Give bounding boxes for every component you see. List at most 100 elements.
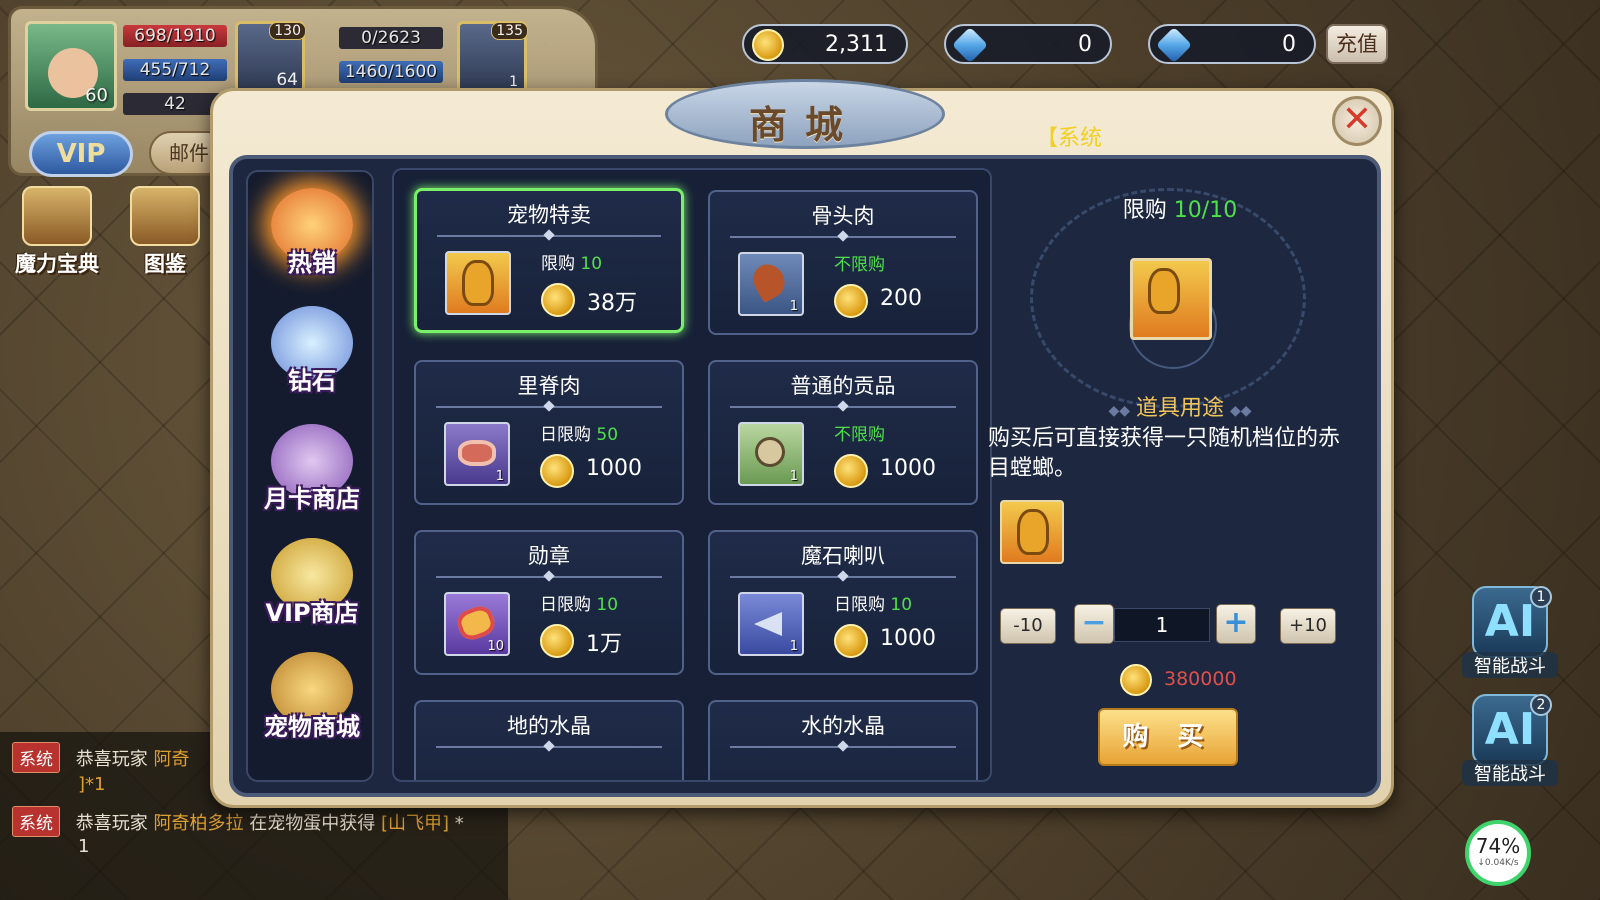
- shop-title-plate: 商城: [665, 79, 945, 149]
- item-price: 1000: [880, 456, 936, 481]
- category-diamond[interactable]: 钻石: [252, 300, 372, 400]
- category-label: VIP商店: [265, 599, 359, 627]
- item-price: 1000: [586, 456, 642, 481]
- pet-sub-level: 64: [276, 70, 298, 90]
- category-monthly-card[interactable]: 月卡商店: [252, 418, 372, 518]
- divider: [436, 576, 662, 578]
- magic-book-button[interactable]: 魔力宝典: [14, 186, 100, 278]
- category-label: 钻石: [288, 367, 336, 395]
- mantis-pet-icon: [1130, 258, 1212, 340]
- divider: [730, 406, 956, 408]
- item-qty: 10: [487, 639, 504, 654]
- divider: [730, 576, 956, 578]
- hp-bar: 698/1910: [123, 25, 227, 47]
- pet-level-badge: 135: [491, 22, 528, 40]
- item-card[interactable]: 勋章 10 日限购 10 1万: [414, 530, 684, 675]
- chat-text: 恭喜玩家: [75, 813, 148, 834]
- category-hot[interactable]: 热销: [252, 182, 372, 282]
- ai-battle-button-1[interactable]: AI 1 智能战斗: [1462, 586, 1558, 684]
- chat-player-name[interactable]: 阿奇: [153, 749, 189, 770]
- divider: [436, 746, 662, 748]
- item-card[interactable]: 骨头肉 1 不限购 200: [708, 190, 978, 335]
- gold-counter: 2,311: [742, 24, 908, 64]
- pet-exp-bar: 0/2623: [339, 27, 443, 49]
- chat-message: 系统 恭喜玩家 阿奇: [12, 742, 189, 773]
- gold-value: 2,311: [825, 32, 888, 57]
- minus-10-button[interactable]: -10: [1000, 608, 1056, 644]
- item-grid: 宠物特卖 限购 10 38万 骨头肉 1 不限购 200 里脊肉 1 日限购 5…: [392, 168, 992, 782]
- system-overlay-text: 【系统: [1036, 126, 1103, 151]
- pet-level-badge: 130: [269, 22, 306, 40]
- plus-button[interactable]: +: [1216, 604, 1256, 644]
- coin-icon: [541, 283, 575, 317]
- chat-text: 恭喜玩家: [75, 749, 148, 770]
- item-price: 1万: [586, 632, 622, 657]
- item-name: 勋章: [528, 544, 570, 568]
- item-name: 里脊肉: [517, 374, 581, 398]
- item-name: 地的水晶: [507, 714, 591, 738]
- pet-hp-bar: 1460/1600: [339, 61, 443, 83]
- divider: [730, 236, 956, 238]
- close-button[interactable]: ✕: [1332, 96, 1382, 146]
- coin-icon: [834, 284, 868, 318]
- ai-slot-number: 1: [1530, 586, 1552, 608]
- shop-title: 商城: [748, 103, 861, 147]
- vip-button[interactable]: VIP: [29, 131, 133, 177]
- item-name: 普通的贡品: [790, 374, 896, 398]
- mantis-pet-icon[interactable]: [1000, 500, 1064, 564]
- item-card[interactable]: 里脊肉 1 日限购 50 1000: [414, 360, 684, 505]
- purchase-limit: 限购 10: [541, 254, 603, 274]
- mantis-pet-icon: [445, 251, 511, 315]
- horn-icon: 1: [738, 592, 804, 656]
- plus-10-button[interactable]: +10: [1280, 608, 1336, 644]
- diamond-icon: [1155, 26, 1193, 64]
- chat-message: 系统 恭喜玩家 阿奇柏多拉 在宠物蛋中获得 [山飞甲] *: [12, 806, 464, 837]
- coin-icon: [540, 624, 574, 658]
- chat-text: 1: [78, 836, 90, 857]
- chat-item-link[interactable]: [山飞甲]: [381, 813, 449, 834]
- item-card[interactable]: 水的水晶: [708, 700, 978, 780]
- tenderloin-icon: 1: [444, 422, 510, 486]
- purchase-limit: 日限购 10: [540, 595, 619, 615]
- recharge-button[interactable]: 充值: [1326, 24, 1388, 64]
- item-card[interactable]: 魔石喇叭 1 日限购 10 1000: [708, 530, 978, 675]
- pet-thumbnail[interactable]: 130 64: [235, 21, 306, 93]
- ai-battle-button-2[interactable]: AI 2 智能战斗: [1462, 694, 1558, 792]
- diamond-value: 0: [1282, 32, 1296, 57]
- chat-player-name[interactable]: 阿奇柏多拉: [153, 813, 243, 834]
- ai-battle-label: 智能战斗: [1462, 760, 1558, 786]
- network-percent: 74%: [1475, 834, 1521, 858]
- coin-icon: [834, 624, 868, 658]
- buy-button[interactable]: 购 买: [1098, 708, 1238, 766]
- player-portrait[interactable]: 60: [25, 21, 117, 111]
- category-pet-mall[interactable]: 宠物商城: [252, 646, 372, 746]
- item-price: 1000: [880, 626, 936, 651]
- category-label: 热销: [288, 249, 336, 277]
- category-vip[interactable]: VIP商店: [252, 532, 372, 632]
- book-icon: [22, 186, 92, 246]
- minus-button[interactable]: −: [1074, 604, 1114, 644]
- mp-bar: 455/712: [123, 59, 227, 81]
- usage-title: ◆◆ 道具用途 ◆◆: [1108, 396, 1252, 421]
- chat-text: ]*1: [78, 774, 106, 795]
- magic-book-label: 魔力宝典: [15, 252, 99, 276]
- coin-icon: [752, 29, 784, 61]
- quantity-stepper[interactable]: 1: [1114, 608, 1210, 642]
- purchase-limit: 不限购: [834, 425, 885, 445]
- item-card[interactable]: 普通的贡品 1 不限购 1000: [708, 360, 978, 505]
- item-price: 38万: [587, 291, 637, 316]
- atlas-icon: [130, 186, 200, 246]
- tribute-icon: 1: [738, 422, 804, 486]
- atlas-button[interactable]: 图鉴: [122, 186, 208, 278]
- second-pet-thumbnail[interactable]: 135 1: [457, 21, 528, 93]
- item-card[interactable]: 宠物特卖 限购 10 38万: [414, 188, 684, 333]
- network-speed: ↓0.04K/s: [1477, 858, 1519, 868]
- item-qty: 1: [789, 299, 798, 314]
- chat-text: *: [454, 813, 464, 834]
- medal-icon: 10: [444, 592, 510, 656]
- category-label: 宠物商城: [264, 713, 360, 741]
- item-card[interactable]: 地的水晶: [414, 700, 684, 780]
- detail-purchase-limit: 限购 10/10: [1122, 198, 1238, 223]
- bone-meat-icon: 1: [738, 252, 804, 316]
- total-price: 380000: [1164, 668, 1237, 690]
